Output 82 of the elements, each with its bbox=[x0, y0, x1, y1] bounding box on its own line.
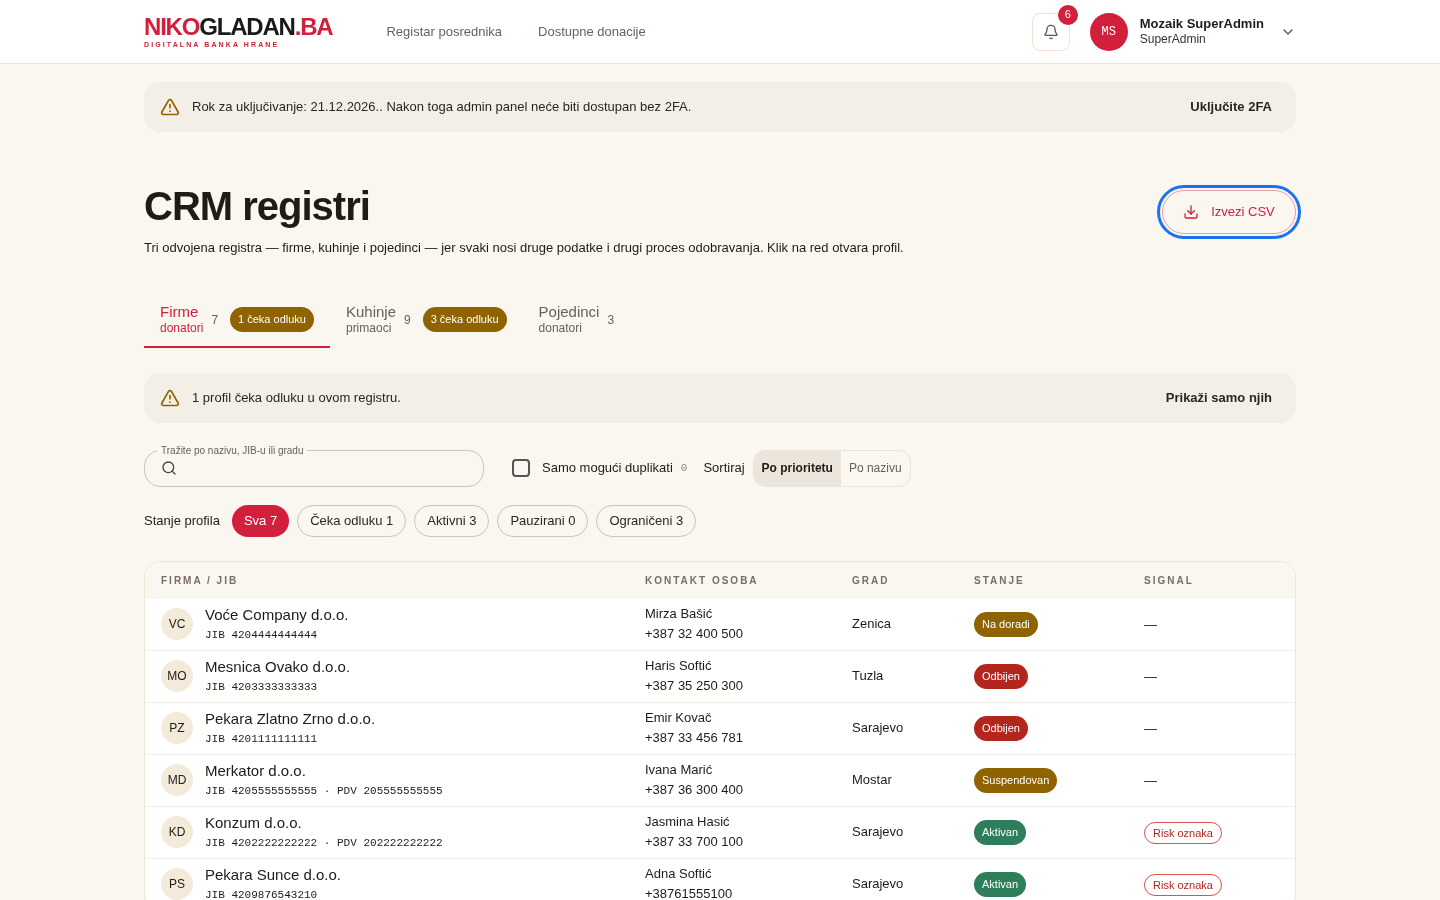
company-ids: JIB 4209876543210 bbox=[205, 888, 319, 900]
status-tag: Odbijen bbox=[974, 664, 1028, 689]
city-cell-text: Sarajevo bbox=[852, 823, 905, 842]
column-header: GRAD bbox=[852, 573, 891, 588]
contact-name: Emir Kovač bbox=[645, 709, 713, 726]
download-icon bbox=[1183, 204, 1200, 220]
contact-phone: +38761555100 bbox=[645, 886, 734, 900]
company-initials: MO bbox=[161, 660, 193, 692]
contact-name: Jasmina Hasić bbox=[645, 813, 731, 830]
search-icon bbox=[161, 460, 177, 476]
city-cell-text: Mostar bbox=[852, 771, 893, 790]
duplicates-count: 0 bbox=[680, 460, 688, 476]
company-initials: KD bbox=[161, 816, 193, 848]
contact-phone: +387 33 456 781 bbox=[645, 730, 744, 747]
company-ids: JIB 4203333333333 bbox=[205, 680, 319, 695]
status-tag: Aktivan bbox=[974, 872, 1027, 897]
city-cell-text: Sarajevo bbox=[852, 719, 905, 738]
company-ids: JIB 4202222222222 · PDV 202222222222 bbox=[205, 836, 443, 851]
status-tag: Na doradi bbox=[974, 612, 1038, 637]
duplicates-checkbox[interactable] bbox=[512, 459, 530, 477]
user-avatar[interactable]: MS bbox=[1089, 12, 1128, 51]
city-cell-text: Zenica bbox=[852, 615, 893, 634]
page-title: CRM registri bbox=[144, 183, 371, 230]
column-header: SIGNAL bbox=[1144, 573, 1195, 588]
company-name: Pekara Sunce d.o.o. bbox=[205, 865, 341, 885]
contact-name: Mirza Bašić bbox=[645, 605, 714, 622]
company-name: Konzum d.o.o. bbox=[205, 813, 303, 833]
state-filter-label: Stanje profila bbox=[144, 511, 220, 530]
company-initials: PS bbox=[161, 868, 193, 900]
table-row[interactable]: KD Konzum d.o.o. JIB 4202222222222 · PDV 202222222222 Jasmina Hasić +387 33 700 100 Sarajevo Aktivan Risk oznaka bbox=[145, 806, 1295, 859]
warning-icon bbox=[160, 97, 180, 117]
warning-icon bbox=[160, 387, 180, 408]
status-tag: Aktivan bbox=[974, 820, 1027, 845]
contact-phone: +387 35 250 300 bbox=[645, 678, 744, 695]
table-row[interactable]: MO Mesnica Ovako d.o.o. JIB 4203333333333 Haris Softić +387 35 250 300 Tuzla Odbijen — bbox=[145, 650, 1295, 703]
nav-link[interactable]: Dostupne donacije bbox=[538, 21, 646, 42]
contact-phone: +387 32 400 500 bbox=[645, 626, 744, 643]
banner-action-link[interactable]: Prikaži samo njih bbox=[1157, 387, 1280, 408]
company-name: Merkator d.o.o. bbox=[205, 761, 307, 781]
notification-count: 6 bbox=[1057, 4, 1078, 25]
company-name: Mesnica Ovako d.o.o. bbox=[205, 657, 351, 677]
table-row[interactable]: PZ Pekara Zlatno Zrno d.o.o. JIB 4201111111111 Emir Kovač +387 33 456 781 Sarajevo Odbijen — bbox=[145, 702, 1295, 755]
sort-option[interactable]: Po prioritetu bbox=[753, 450, 841, 486]
sort-option[interactable]: Po nazivu bbox=[840, 450, 910, 486]
column-header: FIRMA / JIB bbox=[161, 573, 240, 588]
city-cell-text: Sarajevo bbox=[852, 875, 905, 894]
table-row[interactable]: PS Pekara Sunce d.o.o. JIB 4209876543210 Adna Softić +38761555100 Sarajevo Aktivan Risk oznaka bbox=[145, 858, 1295, 900]
table-row[interactable]: MD Merkator d.o.o. JIB 4205555555555 · PDV 205555555555 Ivana Marić +387 36 300 400 Mostar Suspendovan — bbox=[145, 754, 1295, 807]
city-cell-text: Tuzla bbox=[852, 667, 885, 686]
company-initials: VC bbox=[161, 608, 193, 640]
contact-name: Ivana Marić bbox=[645, 761, 714, 778]
contact-phone: +387 36 300 400 bbox=[645, 782, 744, 799]
table-row[interactable]: VC Voće Company d.o.o. JIB 4204444444444 Mirza Bašić +387 32 400 500 Zenica Na doradi — bbox=[145, 598, 1295, 651]
empty-signal: — bbox=[1144, 669, 1157, 684]
company-name: Pekara Zlatno Zrno d.o.o. bbox=[205, 709, 376, 729]
column-header: STANJE bbox=[974, 573, 1026, 588]
empty-signal: — bbox=[1144, 773, 1157, 788]
company-ids: JIB 4205555555555 · PDV 205555555555 bbox=[205, 784, 443, 799]
company-initials: MD bbox=[161, 764, 193, 796]
bell-icon bbox=[1042, 23, 1059, 40]
duplicates-label: Samo mogući duplikati bbox=[542, 459, 673, 478]
company-initials: PZ bbox=[161, 712, 193, 744]
page-subtitle: Tri odvojena registra — firme, kuhinje i pojedinci — jer svaki nosi druge podatke i drugi proces odobravanja. Klik na red otvara profil. bbox=[144, 239, 905, 257]
sort-label: Sortiraj bbox=[703, 459, 745, 478]
status-tag: Odbijen bbox=[974, 716, 1028, 741]
state-chip[interactable]: Sva 7 bbox=[231, 504, 290, 537]
status-tag: Suspendovan bbox=[974, 768, 1058, 793]
company-ids: JIB 4204444444444 bbox=[205, 628, 319, 643]
contact-name: Haris Softić bbox=[645, 657, 713, 674]
column-header: KONTAKT OSOBA bbox=[645, 573, 760, 588]
contact-name: Adna Softić bbox=[645, 865, 713, 882]
company-name: Voće Company d.o.o. bbox=[205, 605, 349, 625]
empty-signal: — bbox=[1144, 721, 1157, 736]
warning-text: 1 profil čeka odluku u ovom registru. bbox=[192, 388, 402, 407]
company-ids: JIB 4201111111111 bbox=[205, 732, 319, 747]
banner-action-link[interactable]: Uključite 2FA bbox=[1182, 97, 1280, 117]
user-name: Mozaik SuperAdmin bbox=[1139, 15, 1264, 33]
nav-link[interactable]: Registar posrednika bbox=[386, 21, 503, 42]
empty-signal: — bbox=[1144, 617, 1157, 632]
warning-text: Rok za uključivanje: 21.12.2026.. Nakon toga admin panel neće biti dostupan bez 2FA. bbox=[192, 98, 693, 117]
contact-phone: +387 33 700 100 bbox=[645, 834, 744, 851]
user-role: SuperAdmin bbox=[1139, 32, 1207, 48]
